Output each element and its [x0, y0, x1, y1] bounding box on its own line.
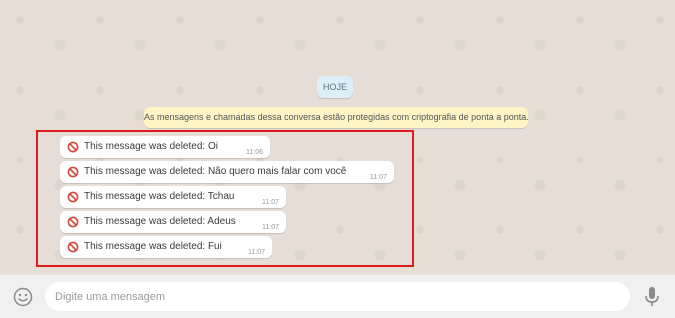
- chat-panel[interactable]: HOJE As mensagens e chamadas dessa conve…: [0, 0, 675, 274]
- message-text: This message was deleted: Não quero mais…: [84, 166, 347, 177]
- message-text: This message was deleted: Fui: [84, 241, 222, 252]
- deleted-icon: [67, 191, 79, 203]
- deleted-icon: [67, 141, 79, 153]
- message-bubble[interactable]: This message was deleted: Tchau 11:07: [60, 186, 286, 208]
- message-time: 11:07: [262, 224, 279, 231]
- message-time: 11:07: [248, 249, 265, 256]
- message-bubble[interactable]: This message was deleted: Adeus 11:07: [60, 211, 286, 233]
- message-bubble[interactable]: This message was deleted: Fui 11:07: [60, 236, 272, 258]
- smiley-icon[interactable]: [13, 287, 33, 307]
- message-time: 11:06: [246, 149, 263, 156]
- message-input[interactable]: [45, 282, 630, 311]
- message-text: This message was deleted: Tchau: [84, 191, 235, 202]
- message-bubble[interactable]: This message was deleted: Não quero mais…: [60, 161, 394, 183]
- deleted-icon: [67, 241, 79, 253]
- message-composer: [0, 274, 675, 318]
- message-bubble[interactable]: This message was deleted: Oi 11:06: [60, 136, 270, 158]
- encryption-notice: As mensagens e chamadas dessa conversa e…: [144, 107, 529, 128]
- message-time: 11:07: [262, 199, 279, 206]
- message-text: This message was deleted: Oi: [84, 141, 218, 152]
- message-text: This message was deleted: Adeus: [84, 216, 236, 227]
- deleted-icon: [67, 216, 79, 228]
- deleted-icon: [67, 166, 79, 178]
- date-chip: HOJE: [317, 76, 353, 98]
- microphone-icon[interactable]: [644, 286, 660, 308]
- message-time: 11:07: [370, 174, 387, 181]
